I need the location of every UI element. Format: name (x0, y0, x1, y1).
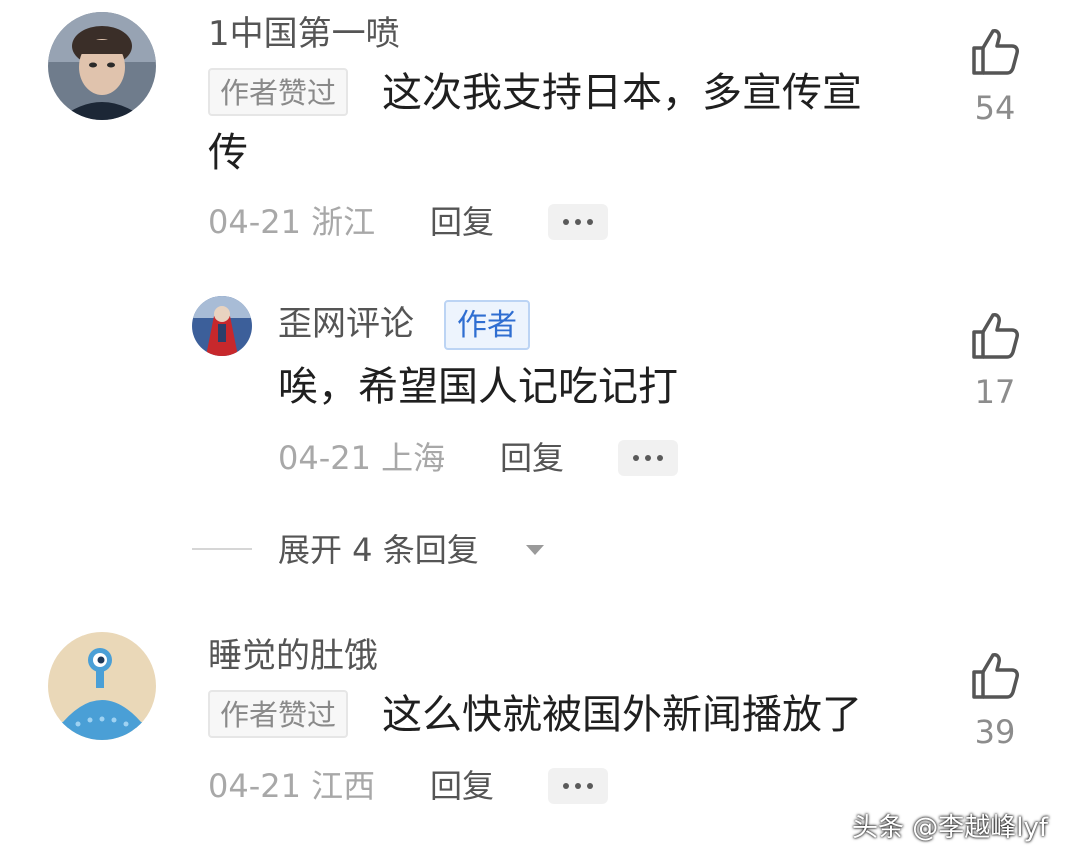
reply-avatar[interactable] (192, 296, 252, 356)
comment-location: 江西 (311, 767, 376, 805)
comment-meta: 04-21 江西 (208, 766, 375, 806)
avatar[interactable] (48, 12, 156, 120)
more-options-button[interactable] (548, 768, 608, 804)
caret-down-icon[interactable] (526, 545, 544, 555)
author-liked-badge: 作者赞过 (208, 68, 349, 116)
reply-meta: 04-21 上海 (278, 438, 445, 478)
reply-button[interactable]: 回复 (500, 438, 564, 478)
ellipsis-icon (563, 783, 569, 789)
more-options-button[interactable] (548, 204, 608, 240)
like-count: 17 (974, 373, 1016, 411)
watermark: 头条 @李越峰lyf (852, 813, 1049, 843)
author-badge: 作者 (444, 300, 530, 350)
comment-text-continued: 传 (208, 130, 248, 176)
comment-username[interactable]: 睡觉的肚饿 (208, 636, 378, 676)
comment-username[interactable]: 1中国第一喷 (208, 14, 400, 54)
author-liked-badge: 作者赞过 (208, 690, 349, 738)
comment-meta: 04-21 浙江 (208, 202, 375, 242)
reply-text: 唉，希望国人记吃记打 (278, 364, 678, 410)
more-options-button[interactable] (618, 440, 678, 476)
comment-date: 04-21 (208, 203, 301, 241)
comment-location: 浙江 (311, 203, 376, 241)
thumbs-up-icon[interactable] (970, 650, 1022, 702)
thumbs-up-icon[interactable] (970, 26, 1022, 78)
like-count: 54 (974, 89, 1016, 127)
reply-date: 04-21 (278, 439, 371, 477)
ellipsis-icon (633, 455, 639, 461)
comment-date: 04-21 (208, 767, 301, 805)
like-count: 39 (974, 713, 1016, 751)
reply-location: 上海 (381, 439, 446, 477)
reply-button[interactable]: 回复 (430, 202, 494, 242)
thumbs-up-icon[interactable] (970, 310, 1022, 362)
expand-replies-button[interactable]: 展开 4 条回复 (278, 530, 479, 570)
comment-text-line: 这次我支持日本，多宣传宣 (382, 70, 862, 116)
comment-text: 这次我支持日本，多宣传宣 (382, 64, 862, 122)
ellipsis-icon (563, 219, 569, 225)
reply-username[interactable]: 歪网评论 (278, 304, 414, 344)
reply-button[interactable]: 回复 (430, 766, 494, 806)
expand-divider (192, 548, 252, 550)
avatar[interactable] (48, 632, 156, 740)
comment-text: 这么快就被国外新闻播放了 (382, 692, 862, 738)
